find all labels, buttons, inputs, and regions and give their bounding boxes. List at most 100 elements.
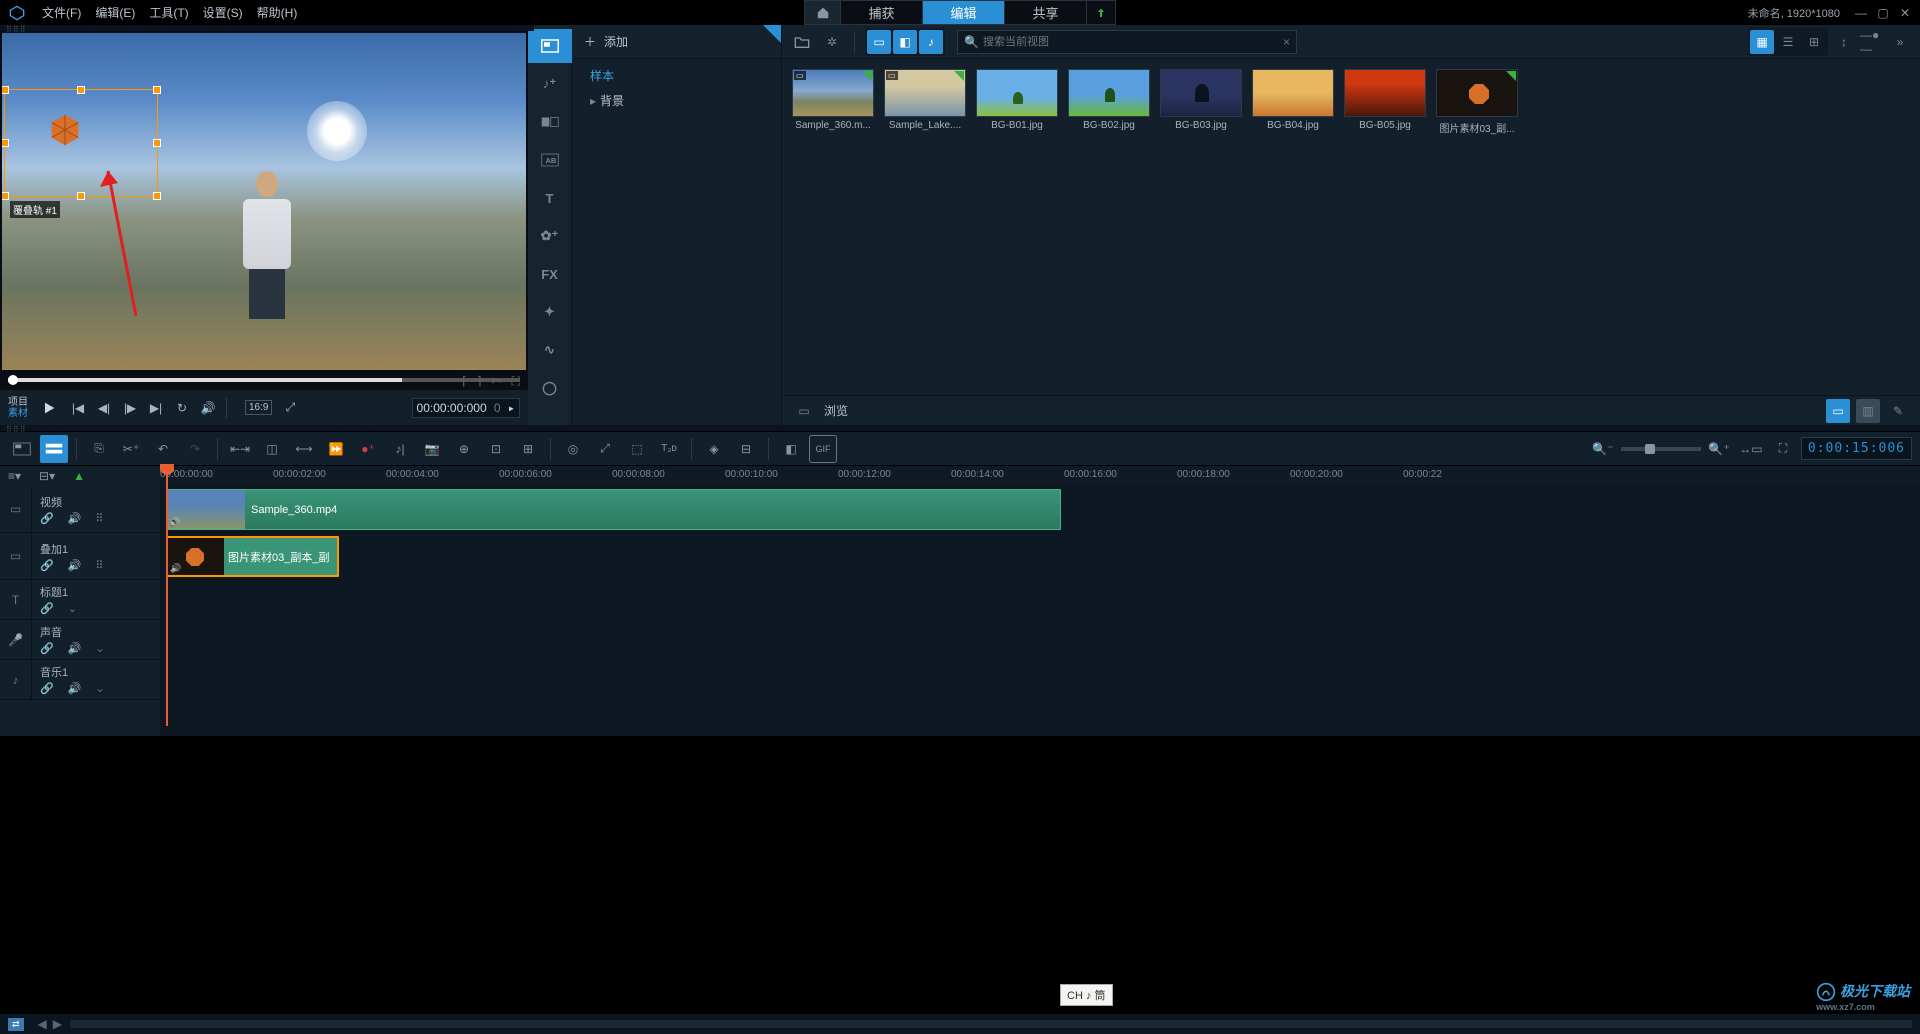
snapshot-button[interactable]: 📷	[418, 435, 446, 463]
volume-icon[interactable]: 🔊	[68, 682, 82, 695]
view-grid-button[interactable]: ⊞	[1802, 30, 1826, 54]
track-options-button[interactable]: ≡▾	[8, 469, 21, 483]
gif-button[interactable]: GIF	[809, 435, 837, 463]
aspect-ratio[interactable]: 16:9	[245, 400, 272, 415]
mark-out-icon[interactable]: ⌉	[477, 374, 482, 389]
tree-item-background[interactable]: ▸背景	[572, 88, 781, 113]
chapter-button[interactable]: ⊕	[450, 435, 478, 463]
pin-flag-icon[interactable]	[763, 25, 781, 43]
more-icon[interactable]: ⠿	[95, 559, 103, 572]
track-header-video[interactable]: ▭ 视频 🔗🔊⠿	[0, 486, 160, 533]
preview-mode-labels[interactable]: 项目 素材	[8, 397, 28, 419]
add-track-button[interactable]: ▲	[73, 469, 85, 483]
search-input[interactable]	[983, 36, 1283, 48]
storyboard-view-button[interactable]	[8, 435, 36, 463]
volume-icon[interactable]: 🔊	[68, 559, 82, 572]
footer-btn-2[interactable]: ▥	[1856, 399, 1880, 423]
sort-button[interactable]: ↕	[1832, 30, 1856, 54]
mark-in-icon[interactable]: ⌈	[462, 374, 467, 389]
clear-search-button[interactable]: ×	[1283, 35, 1290, 49]
mute-button[interactable]: 🔊	[200, 400, 216, 416]
scroll-right-button[interactable]: ▶	[53, 1017, 62, 1031]
resize-handle[interactable]	[153, 139, 161, 147]
view-list-button[interactable]: ☰	[1776, 30, 1800, 54]
correction-category-button[interactable]: ✦	[528, 295, 572, 329]
link-icon[interactable]: 🔗	[40, 512, 54, 525]
marker-button[interactable]: ⊡	[482, 435, 510, 463]
video-lane[interactable]: Sample_360.mp4	[160, 486, 1920, 533]
preview-options-icon[interactable]: ⤢	[282, 400, 298, 416]
track-header-music[interactable]: ♪ 音乐1 🔗🔊⌄	[0, 660, 160, 700]
overlay-clip[interactable]: 图片素材03_副本_副	[166, 536, 339, 577]
maximize-button[interactable]: ▢	[1876, 6, 1890, 20]
pan-zoom-button[interactable]: ⤢	[591, 435, 619, 463]
record-button[interactable]: ●⁺	[354, 435, 382, 463]
chevron-down-icon[interactable]: ⌄	[95, 642, 104, 655]
text-category-button[interactable]: T	[528, 181, 572, 215]
menu-edit[interactable]: 编辑(E)	[95, 4, 135, 21]
resize-handle[interactable]	[153, 192, 161, 200]
play-button[interactable]	[38, 397, 60, 419]
menu-help[interactable]: 帮助(H)	[257, 4, 298, 21]
menu-tools[interactable]: 工具(T)	[149, 4, 188, 21]
gallery-thumb[interactable]: ▭Sample_Lake....	[884, 69, 966, 135]
search-box[interactable]: 🔍 ×	[957, 30, 1297, 54]
preview-scrubber[interactable]: ⌈ ⌉ ✂ ⛶	[0, 372, 528, 390]
volume-icon[interactable]: 🔊	[68, 642, 82, 655]
tracking-category-button[interactable]: ◯	[528, 371, 572, 405]
chevron-down-icon[interactable]: ⌄	[95, 682, 104, 695]
gallery-thumb[interactable]: BG-B03.jpg	[1160, 69, 1242, 135]
gallery-thumb[interactable]: 图片素材03_副...	[1436, 69, 1518, 135]
copy-button[interactable]: ⎘	[85, 435, 113, 463]
step-fwd-button[interactable]: |▶	[122, 400, 138, 416]
loop-button[interactable]: ↻	[174, 400, 190, 416]
tree-item-samples[interactable]: 样本	[572, 63, 781, 88]
footer-btn-1[interactable]: ▭	[1826, 399, 1850, 423]
gallery-thumb[interactable]: BG-B05.jpg	[1344, 69, 1426, 135]
path-category-button[interactable]: ∿	[528, 333, 572, 367]
video-clip[interactable]: Sample_360.mp4	[166, 489, 1061, 530]
view-thumb-button[interactable]: ▦	[1750, 30, 1774, 54]
overlay-category-button[interactable]: ✿⁺	[528, 219, 572, 253]
color-button[interactable]: ◧	[777, 435, 805, 463]
mask-button[interactable]: ⬚	[623, 435, 651, 463]
timeline-view-button[interactable]	[40, 435, 68, 463]
trim-button[interactable]: ⇤⇥	[226, 435, 254, 463]
resize-handle[interactable]	[77, 86, 85, 94]
track-height-button[interactable]: ⊟▾	[39, 469, 55, 483]
effect-button[interactable]: ◈	[700, 435, 728, 463]
link-icon[interactable]: 🔗	[40, 602, 54, 615]
menu-settings[interactable]: 设置(S)	[203, 4, 243, 21]
more-icon[interactable]: ⠿	[95, 512, 103, 525]
tab-capture[interactable]: 捕获	[840, 0, 922, 25]
gallery-thumb[interactable]: BG-B01.jpg	[976, 69, 1058, 135]
minimize-button[interactable]: —	[1854, 6, 1868, 20]
title-lane[interactable]	[160, 580, 1920, 620]
fit-project-button[interactable]: ↔▭	[1737, 435, 1765, 463]
filter-video-button[interactable]: ▭	[867, 30, 891, 54]
music-lane[interactable]	[160, 660, 1920, 700]
link-icon[interactable]: 🔗	[40, 559, 54, 572]
fx-category-button[interactable]: FX	[528, 257, 572, 291]
gallery-thumb[interactable]: BG-B02.jpg	[1068, 69, 1150, 135]
audio-category-button[interactable]: ♪⁺	[528, 67, 572, 101]
track-motion-button[interactable]: ◎	[559, 435, 587, 463]
slider-button[interactable]: —●—	[1860, 30, 1884, 54]
volume-icon[interactable]: 🔊	[68, 512, 82, 525]
go-end-button[interactable]: ▶|	[148, 400, 164, 416]
resize-handle[interactable]	[2, 139, 9, 147]
panel-grip[interactable]	[528, 25, 534, 31]
menu-file[interactable]: 文件(F)	[42, 4, 81, 21]
upload-button[interactable]	[1086, 0, 1116, 25]
add-media-button[interactable]: ＋ 添加	[572, 25, 781, 59]
multi-button[interactable]: ⊞	[514, 435, 542, 463]
close-button[interactable]: ✕	[1898, 6, 1912, 20]
speed-button[interactable]: ⏩	[322, 435, 350, 463]
expand-icon[interactable]: ⛶	[512, 374, 520, 389]
filter-photo-button[interactable]: ◧	[893, 30, 917, 54]
chevron-down-icon[interactable]: ⌄	[68, 602, 77, 615]
zoom-in-button[interactable]: 🔍⁺	[1705, 435, 1733, 463]
redo-button[interactable]: ↷	[181, 435, 209, 463]
resize-handle[interactable]	[153, 86, 161, 94]
resize-handle[interactable]	[2, 86, 9, 94]
